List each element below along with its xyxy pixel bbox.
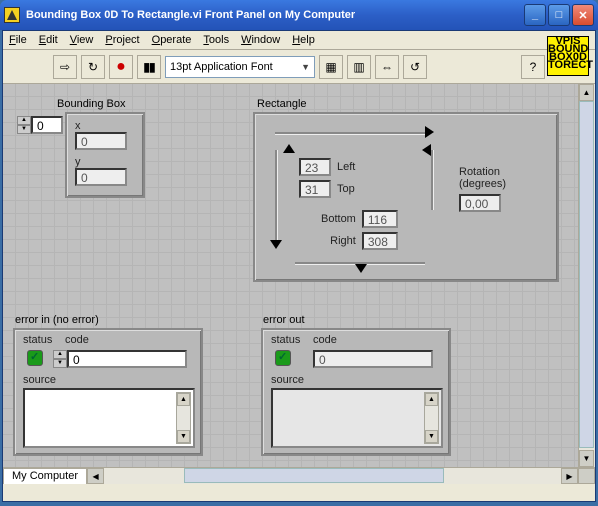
error-in-code-spinner[interactable]: ▲▼: [53, 350, 67, 368]
bounding-box-cluster: x 0 y 0: [65, 112, 145, 198]
title-bar: Bounding Box 0D To Rectangle.vi Front Pa…: [0, 0, 598, 30]
rect-left-line: [275, 150, 277, 240]
menu-tools[interactable]: Tools: [203, 34, 229, 46]
abort-button[interactable]: ●: [109, 55, 133, 79]
horizontal-scroll-thumb[interactable]: [184, 468, 444, 483]
scroll-right-button[interactable]: ▶: [561, 468, 578, 484]
maximize-button[interactable]: □: [548, 4, 570, 26]
rect-right-line: [431, 150, 433, 210]
error-in-status-label: status: [23, 334, 52, 346]
resize-button[interactable]: ⇔: [375, 55, 399, 79]
distribute-button[interactable]: ▥: [347, 55, 371, 79]
menu-bar: File Edit View Project Operate Tools Win…: [3, 31, 595, 50]
triangle-down2-icon: [355, 264, 367, 273]
rotation-sublabel: (degrees): [459, 178, 506, 190]
menu-file[interactable]: File: [9, 34, 27, 46]
run-continuous-button[interactable]: ↻: [81, 55, 105, 79]
font-combo[interactable]: 13pt Application Font ▼: [165, 56, 315, 78]
bbox-y-field[interactable]: 0: [75, 168, 127, 186]
menu-view[interactable]: View: [70, 34, 94, 46]
error-out-source-label: source: [271, 374, 304, 386]
rect-bottom-field[interactable]: 116: [362, 210, 398, 228]
error-out-status-label: status: [271, 334, 300, 346]
menu-operate[interactable]: Operate: [152, 34, 192, 46]
error-out-code-label: code: [313, 334, 337, 346]
font-combo-label: 13pt Application Font: [170, 61, 273, 73]
error-out-label: error out: [263, 314, 305, 326]
bounding-box-label: Bounding Box: [57, 98, 126, 110]
rectangle-label: Rectangle: [257, 98, 307, 110]
rotation-field[interactable]: 0,00: [459, 194, 501, 212]
error-out-cluster: status code 0 source ▲▼: [261, 328, 451, 456]
scroll-down-button[interactable]: ▼: [579, 450, 594, 467]
rect-top-label: Top: [337, 183, 355, 195]
error-in-code-field[interactable]: 0: [67, 350, 187, 368]
error-in-cluster: status code ▲▼ 0 source ▲▼: [13, 328, 203, 456]
minimize-button[interactable]: _: [524, 4, 546, 26]
bbox-x-field[interactable]: 0: [75, 132, 127, 150]
error-in-source-label: source: [23, 374, 56, 386]
toolbar: ⇨ ↻ ● ▮▮ 13pt Application Font ▼ ▦ ▥ ⇔ ↺…: [3, 50, 595, 84]
horizontal-scrollbar[interactable]: ◀ ▶: [87, 468, 578, 484]
rect-left-label: Left: [337, 161, 355, 173]
rect-top-line: [275, 132, 425, 134]
menu-project[interactable]: Project: [105, 34, 139, 46]
rectangle-cluster: 23 Left 31 Top Bottom 116 Right: [253, 112, 559, 282]
error-out-status-led: [275, 350, 291, 366]
menu-window[interactable]: Window: [241, 34, 280, 46]
rotation-label: Rotation: [459, 166, 506, 178]
triangle-right-icon: [425, 126, 434, 138]
error-in-source-field[interactable]: ▲▼: [23, 388, 195, 448]
chevron-down-icon: ▼: [301, 62, 310, 72]
error-out-code-field: 0: [313, 350, 433, 368]
front-panel[interactable]: Bounding Box ▲▼ 0 x 0 y 0 Rectangle: [3, 84, 578, 467]
error-in-label: error in (no error): [15, 314, 99, 326]
rect-top-field[interactable]: 31: [299, 180, 331, 198]
close-button[interactable]: ✕: [572, 4, 594, 26]
rect-bottom-label: Bottom: [321, 213, 356, 225]
triangle-down-icon: [270, 240, 282, 249]
resize-grip[interactable]: [578, 468, 595, 484]
menu-help[interactable]: Help: [292, 34, 315, 46]
rect-left-field[interactable]: 23: [299, 158, 331, 176]
help-button[interactable]: ?: [521, 55, 545, 79]
vertical-scroll-thumb[interactable]: [579, 101, 594, 448]
context-tab[interactable]: My Computer: [3, 468, 87, 484]
rect-right-field[interactable]: 308: [362, 232, 398, 250]
window-title: Bounding Box 0D To Rectangle.vi Front Pa…: [26, 9, 524, 21]
error-in-code-label: code: [65, 334, 89, 346]
run-button[interactable]: ⇨: [53, 55, 77, 79]
pause-button[interactable]: ▮▮: [137, 55, 161, 79]
rect-right-label: Right: [330, 235, 356, 247]
triangle-up-icon: [283, 144, 295, 153]
bbox-x-label: x: [75, 120, 135, 132]
bbox-index-field[interactable]: 0: [31, 116, 63, 134]
align-button[interactable]: ▦: [319, 55, 343, 79]
app-icon: [4, 7, 20, 23]
menu-edit[interactable]: Edit: [39, 34, 58, 46]
vertical-scrollbar[interactable]: ▲ ▼: [578, 84, 595, 467]
scroll-left-button[interactable]: ◀: [87, 468, 104, 484]
error-in-status-led[interactable]: [27, 350, 43, 366]
scroll-up-button[interactable]: ▲: [579, 84, 594, 101]
triangle-left-icon: [422, 144, 431, 156]
vi-icon-badge[interactable]: VPISBOUNDBOX0DTORECT: [547, 36, 589, 76]
reorder-button[interactable]: ↺: [403, 55, 427, 79]
bbox-index-spinner[interactable]: ▲▼: [17, 116, 31, 134]
bbox-y-label: y: [75, 156, 135, 168]
error-out-source-field: ▲▼: [271, 388, 443, 448]
